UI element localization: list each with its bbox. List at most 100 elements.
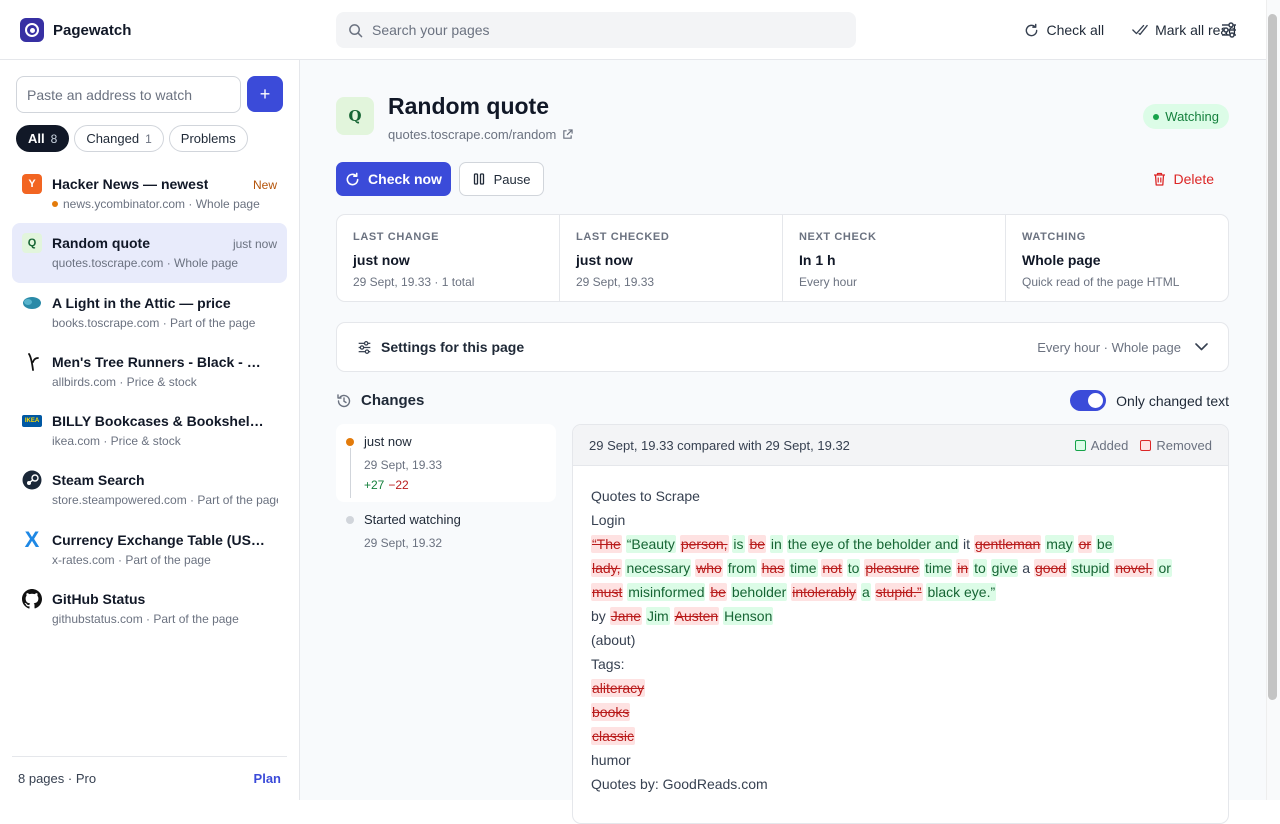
- page-item-title: Steam Search: [52, 472, 145, 489]
- diff-removed: intolerably: [791, 583, 858, 601]
- filter-changed[interactable]: Changed 1: [74, 125, 164, 152]
- check-now-button[interactable]: Check now: [336, 162, 451, 196]
- stat-subtext: Quick read of the page HTML: [1022, 275, 1180, 289]
- page-item-title: Men's Tree Runners - Black - Ever...: [52, 353, 267, 370]
- diff-panel: 29 Sept, 19.33 compared with 29 Sept, 19…: [572, 424, 1229, 824]
- diff-added: time: [923, 559, 953, 577]
- diff-text: a: [1018, 560, 1034, 576]
- page-item-subtitle: ikea.com · Price & stock: [52, 434, 181, 449]
- removed-swatch: [1140, 439, 1152, 451]
- unread-dot: [52, 201, 58, 207]
- sidebar-page-item[interactable]: X Currency Exchange Table (US Dol... x-rat…: [12, 520, 287, 579]
- diff-removed: be: [709, 583, 727, 601]
- top-bar: Pagewatch Check all Mark all read: [0, 0, 1280, 60]
- allbirds-icon: [22, 352, 42, 372]
- diff-added: stupid: [1070, 559, 1111, 577]
- stat-value: In 1 h: [799, 252, 836, 268]
- toggle-switch[interactable]: [1070, 390, 1107, 411]
- diff-added: from: [726, 559, 757, 577]
- timeline-item[interactable]: Started watching 29 Sept, 19.32: [336, 502, 556, 580]
- sidebar-page-item[interactable]: Men's Tree Runners - Black - Ever... allb…: [12, 342, 287, 401]
- settings-accordion[interactable]: Settings for this page Every hour · Whol…: [336, 322, 1229, 372]
- filter-all[interactable]: All 8: [16, 125, 70, 152]
- sidebar-page-item[interactable]: Y Hacker News — newest news.ycombinator.co…: [12, 164, 287, 223]
- diff-removed: lady,: [591, 559, 622, 577]
- add-page-button[interactable]: +: [247, 76, 283, 112]
- page-item-subtitle: allbirds.com · Price & stock: [52, 374, 197, 389]
- filter-label: All: [28, 131, 45, 146]
- diff-line: lady, necessary who from has time not to…: [591, 556, 1210, 580]
- filter-count: 8: [50, 131, 58, 146]
- diff-text: by: [591, 608, 610, 624]
- diff-text: [1074, 536, 1078, 552]
- diff-removed: classic: [591, 727, 636, 745]
- timeline-item[interactable]: just now 29 Sept, 19.33 +27 −22: [336, 424, 556, 502]
- stat-subtext: 29 Sept, 19.33 · 1 total: [353, 275, 475, 289]
- diff-legend: Added Removed: [1074, 437, 1212, 453]
- diff-line: Login: [591, 508, 1210, 532]
- timeline-title: just now: [364, 434, 412, 449]
- check-all-button[interactable]: Check all: [1024, 22, 1104, 38]
- pagewatch-logo-icon: [20, 18, 44, 42]
- address-input[interactable]: [16, 76, 241, 113]
- sidebar-page-item[interactable]: Q Random quote quotes.toscrape.com · Whole…: [12, 223, 287, 283]
- brand[interactable]: Pagewatch: [20, 18, 131, 42]
- removed-count: −22: [388, 478, 409, 492]
- changes-header: Changes: [336, 392, 424, 409]
- page-favicon-icon: Q: [336, 97, 374, 135]
- diff-removed: good: [1033, 559, 1068, 577]
- settings-label: Settings for this page: [381, 339, 525, 355]
- diff-added: give: [990, 559, 1019, 577]
- diff-added: time: [789, 559, 818, 577]
- diff-removed: has: [760, 559, 786, 577]
- stat-label: WATCHING: [1022, 231, 1086, 243]
- page-item-title: Random quote: [52, 235, 150, 252]
- legend-removed: Removed: [1156, 437, 1212, 453]
- page-url-link[interactable]: quotes.toscrape.com/random: [388, 127, 574, 142]
- diff-added: “Beauty: [625, 535, 676, 553]
- sliders-icon: [358, 340, 371, 354]
- diff-line: must misinformed be beholder intolerably…: [591, 580, 1210, 604]
- page-item-subtitle: books.toscrape.com · Part of the page: [52, 315, 256, 330]
- search-bar[interactable]: [336, 12, 856, 48]
- diff-added: the eye of the beholder and: [786, 535, 960, 553]
- sidebar-page-item[interactable]: IKEA BILLY Bookcases & Bookshelves -... ik…: [12, 401, 287, 460]
- diff-removed: Austen: [673, 607, 720, 625]
- page-item-title: Hacker News — newest: [52, 176, 209, 192]
- plan-link[interactable]: Plan: [254, 771, 281, 786]
- compare-label: 29 Sept, 19.33 compared with 29 Sept, 19…: [589, 437, 850, 453]
- scrollbar-thumb[interactable]: [1268, 14, 1277, 700]
- diff-text: it: [959, 536, 974, 552]
- hacker-news-icon: Y: [22, 174, 42, 194]
- sidebar-page-item[interactable]: A Light in the Attic — price books.toscra…: [12, 283, 287, 342]
- x-rates-icon: X: [24, 526, 40, 552]
- diff-text: humor: [591, 752, 631, 768]
- changes-title: Changes: [361, 392, 425, 409]
- delete-button[interactable]: Delete: [1153, 171, 1214, 187]
- toggle-label: Only changed text: [1116, 392, 1229, 409]
- timeline-line: [349, 448, 351, 498]
- only-changed-toggle[interactable]: Only changed text: [1070, 390, 1229, 411]
- diff-added: Henson: [723, 607, 774, 625]
- diff-added: is: [732, 535, 745, 553]
- stat-cell: LAST CHECKED just now 29 Sept, 19.33: [560, 215, 783, 301]
- diff-line: aliteracy: [591, 676, 1210, 700]
- sidebar-page-item[interactable]: Steam Search store.steampowered.com · Par…: [12, 460, 287, 519]
- search-input[interactable]: [372, 22, 832, 38]
- diff-body: Quotes to Scrape Login “The “Beauty person…: [573, 466, 1228, 814]
- page-item-subtitle: quotes.toscrape.com · Whole page: [52, 256, 239, 271]
- sliders-icon[interactable]: [1220, 21, 1238, 39]
- diff-removed: or: [1077, 535, 1093, 553]
- filter-problems[interactable]: Problems: [168, 125, 248, 152]
- diff-removed: in: [956, 559, 970, 577]
- diff-line: (about): [591, 628, 1210, 652]
- sidebar-page-item[interactable]: GitHub Status githubstatus.com · Part of …: [12, 579, 287, 638]
- timeline-date: 29 Sept, 19.32: [364, 536, 443, 550]
- refresh-icon: [1026, 23, 1038, 36]
- stat-cell: NEXT CHECK In 1 h Every hour: [783, 215, 1006, 301]
- diff-line: Quotes by: GoodReads.com: [591, 772, 1210, 796]
- diff-text: Quotes by: GoodReads.com: [591, 776, 768, 792]
- pause-button[interactable]: Pause: [459, 162, 544, 196]
- steam-icon: [22, 470, 42, 490]
- diff-text: (about): [591, 632, 636, 648]
